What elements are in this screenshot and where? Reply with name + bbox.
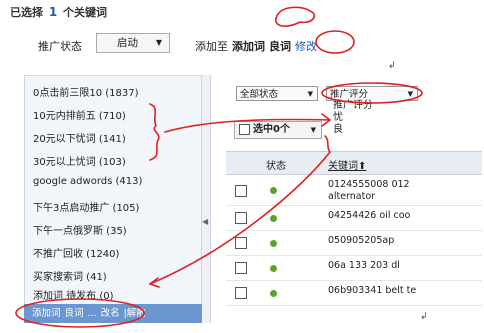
column-header-keyword[interactable]: 关键词⬆	[328, 157, 366, 172]
keyword-cell: 050905205ap	[328, 235, 395, 246]
status-dot-icon	[270, 290, 277, 297]
select-count-label: 选中0个	[253, 124, 290, 135]
list-item[interactable]: google adwords (413)	[33, 176, 142, 187]
row-checkbox[interactable]	[235, 262, 247, 274]
bulk-select-bar: 选中0个 ▼	[228, 117, 323, 139]
more-dots: ...	[87, 308, 97, 319]
keyword-cell: 06b903341 belt te	[328, 285, 417, 296]
dissolve-link[interactable]: |解散	[124, 308, 146, 319]
status-select-value: 启动	[117, 37, 138, 49]
list-item[interactable]: 添加词 待发布 (0)	[33, 287, 114, 302]
list-item[interactable]: 10元内排前五 (710)	[33, 107, 126, 122]
selection-summary: 已选择 1 个关键词	[10, 4, 107, 20]
list-item[interactable]: 下午3点启动推广 (105)	[33, 199, 139, 214]
table-header: 状态 关键词⬆	[226, 151, 482, 175]
selected-count: 1	[48, 5, 58, 19]
table-row: 06a 133 203 dl	[226, 256, 482, 281]
status-dot-icon	[270, 240, 277, 247]
good-word-group[interactable]: 良词	[65, 308, 84, 319]
list-item[interactable]: 买家搜索词 (41)	[33, 268, 107, 283]
chevron-down-icon: ▼	[155, 38, 162, 47]
list-item[interactable]: 下午一点俄罗斯 (35)	[33, 222, 127, 237]
status-dot-icon	[270, 215, 277, 222]
modify-circle-icon	[315, 30, 355, 54]
row-checkbox[interactable]	[235, 237, 247, 249]
column-header-status: 状态	[266, 161, 286, 172]
chevron-down-icon: ▼	[310, 126, 316, 134]
list-item[interactable]: 0点击前三限10 (1837)	[33, 84, 139, 99]
cursor-mark-icon: ↲	[420, 312, 428, 322]
select-count-button[interactable]: 选中0个 ▼	[234, 121, 322, 139]
keyword-cell-wrap: alternator	[328, 191, 376, 202]
table-row: 0124555008 012 alternator	[226, 175, 482, 206]
table-row: 06b903341 belt te	[226, 281, 482, 306]
status-dot-icon	[270, 187, 277, 194]
add-keyword-target: 添加词	[232, 40, 265, 53]
status-select[interactable]: 启动 ▼	[96, 33, 170, 53]
cursor-mark-icon: ↲	[388, 61, 396, 71]
list-item[interactable]: 20元以下忧词 (141)	[33, 130, 126, 145]
status-dot-icon	[270, 265, 277, 272]
rating-select[interactable]: 推广评分 ▼	[326, 86, 418, 101]
selected-suffix: 个关键词	[63, 6, 108, 19]
collapse-left-icon[interactable]: ◀	[202, 217, 208, 226]
column-header-keyword-label: 关键词	[328, 161, 358, 172]
group-action-bar: 添加词 良词... 改名 |解散	[24, 304, 202, 323]
status-label: 推广状态	[38, 40, 82, 53]
rating-option[interactable]: 良	[333, 124, 403, 136]
rename-link[interactable]: 改名	[101, 308, 120, 319]
modify-link[interactable]: 修改	[295, 40, 317, 53]
sort-up-icon: ⬆	[358, 161, 367, 172]
rating-option[interactable]: 推广评分	[333, 100, 403, 112]
chevron-down-icon: ▼	[307, 90, 313, 98]
keyword-cell: 06a 133 203 dl	[328, 260, 400, 271]
chevron-down-icon: ▼	[407, 90, 413, 98]
row-checkbox[interactable]	[235, 212, 247, 224]
list-item[interactable]: 不推广回收 (1240)	[33, 245, 119, 260]
panel-splitter[interactable]: ◀	[202, 75, 210, 323]
rating-option[interactable]: 忧	[333, 112, 403, 124]
table-row: 04254426 oil coo	[226, 206, 482, 231]
all-status-select[interactable]: 全部状态 ▼	[236, 86, 318, 101]
row-checkbox[interactable]	[235, 185, 247, 197]
keyword-cell: 0124555008 012	[328, 179, 410, 190]
add-to-label: 添加至	[195, 40, 228, 53]
row-checkbox[interactable]	[235, 287, 247, 299]
keyword-group-list: 0点击前三限10 (1837) 10元内排前五 (710) 20元以下忧词 (1…	[24, 75, 202, 323]
all-status-value: 全部状态	[240, 89, 279, 100]
select-all-checkbox[interactable]	[239, 123, 250, 135]
add-to-group: 添加至 添加词 良词 修改	[195, 38, 317, 54]
rating-select-value: 推广评分	[330, 89, 369, 100]
selected-prefix: 已选择	[10, 6, 43, 19]
scribble-circle-icon	[275, 6, 316, 27]
table-row: 050905205ap	[226, 231, 482, 256]
keyword-cell: 04254426 oil coo	[328, 210, 411, 221]
add-keyword-group[interactable]: 添加词	[32, 308, 61, 319]
list-item[interactable]: 30元以上忧词 (103)	[33, 153, 126, 168]
rating-dropdown-options: 推广评分 忧 良	[333, 100, 403, 136]
good-word-target: 良词	[269, 40, 291, 53]
